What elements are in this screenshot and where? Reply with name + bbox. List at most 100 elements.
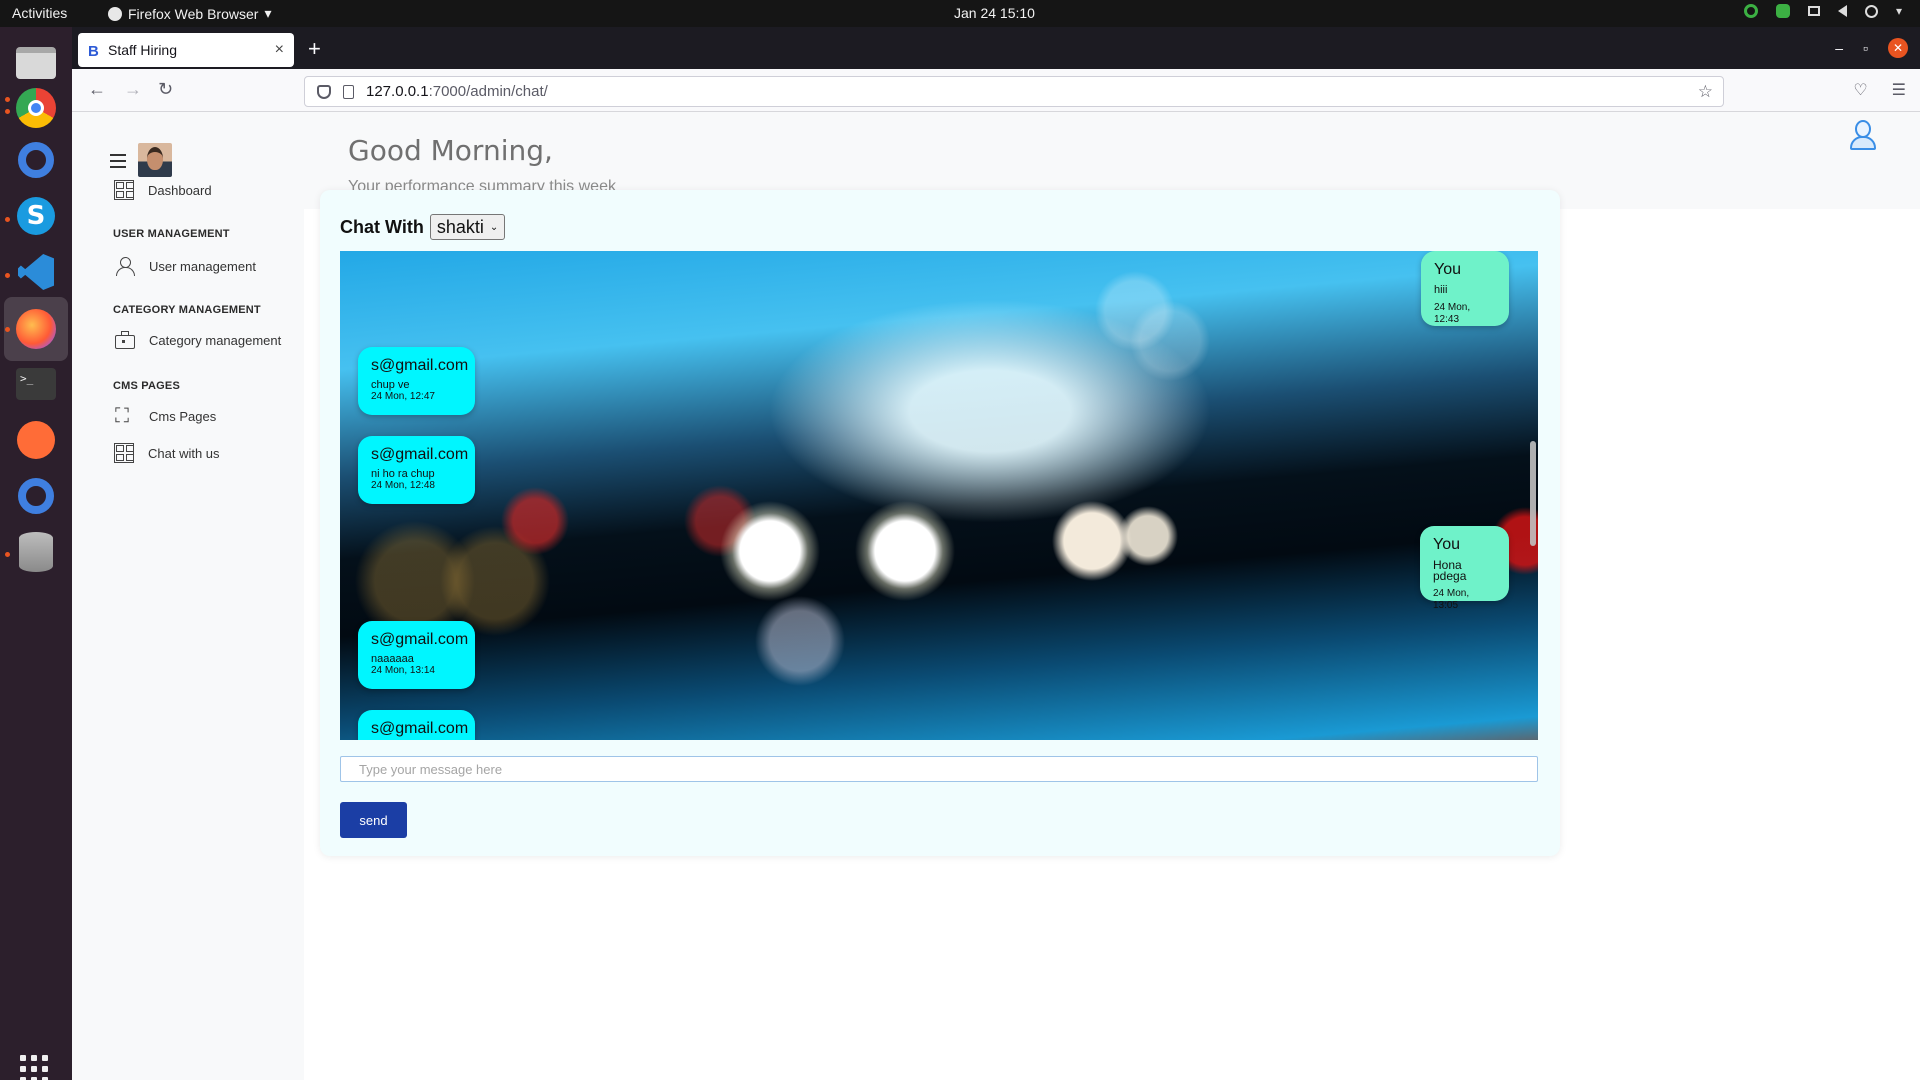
pocket-icon[interactable]: ♡	[1853, 80, 1867, 100]
sidebar-item-label: Chat with us	[148, 445, 220, 461]
menu-icon[interactable]: ☰	[1892, 80, 1906, 100]
minimize-icon[interactable]: –	[1835, 40, 1843, 56]
toolbar-right: ♡ ☰	[1853, 80, 1906, 100]
browser-tab[interactable]: B Staff Hiring ×	[78, 33, 294, 67]
sidebar-section-user-management: USER MANAGEMENT	[113, 228, 230, 240]
chat-message-incoming: s@gmail.com ni ho ra chup 24 Mon, 12:48	[358, 436, 475, 504]
sidebar-section-cms-pages: CMS PAGES	[113, 380, 180, 392]
chevron-down-icon[interactable]: ▾	[1896, 4, 1902, 18]
avatar[interactable]	[138, 143, 172, 177]
user-profile-icon[interactable]	[1850, 120, 1876, 152]
sidebar-item-dashboard[interactable]: Dashboard	[114, 180, 212, 200]
chat-user-select[interactable]: shakti ⌄	[429, 214, 506, 240]
chat-messages-window[interactable]: You hiii 24 Mon, 12:43 s@gmail.com chup …	[340, 251, 1538, 740]
chat-scrollbar[interactable]	[1530, 441, 1536, 546]
chevron-down-icon: ⌄	[489, 221, 499, 233]
message-sender: You	[1434, 261, 1461, 278]
message-sender: s@gmail.com	[371, 720, 469, 737]
hamburger-menu-icon[interactable]	[110, 154, 126, 172]
system-top-bar: Activities Firefox Web Browser ▾ Jan 24 …	[0, 0, 1920, 27]
recycle-icon[interactable]	[1743, 4, 1758, 18]
shield-check-icon[interactable]	[1775, 4, 1790, 18]
message-text: naaaaaa	[371, 653, 414, 665]
terminal-icon[interactable]: >_	[12, 360, 60, 408]
sidebar-item-user-management[interactable]: User management	[115, 256, 256, 276]
forward-icon[interactable]: →	[124, 79, 142, 100]
chat-message-incoming: s@gmail.com naaaaaa 24 Mon, 13:14	[358, 621, 475, 689]
tracking-protection-icon[interactable]	[317, 84, 331, 99]
chat-with-header: Chat With shakti ⌄	[340, 214, 506, 240]
maximize-icon[interactable]: ▫	[1863, 40, 1868, 56]
app-menu[interactable]: Firefox Web Browser ▾	[108, 5, 271, 22]
sidebar-item-category-management[interactable]: Category management	[115, 331, 281, 349]
volume-icon[interactable]	[1837, 5, 1847, 17]
message-time: 24 Mon, 12:47	[371, 391, 435, 402]
message-sender: s@gmail.com	[371, 357, 469, 374]
database-icon[interactable]	[12, 528, 60, 576]
system-tray[interactable]: ▾	[1743, 4, 1902, 18]
sidebar: Dashboard USER MANAGEMENT User managemen…	[85, 112, 304, 1080]
reload-icon[interactable]: ↻	[158, 79, 173, 100]
message-time: 24 Mon, 13:14	[371, 665, 435, 676]
back-icon[interactable]: ←	[88, 79, 106, 100]
firefox-icon	[108, 6, 122, 21]
postman-icon[interactable]	[12, 416, 60, 464]
message-time: 24 Mon, 13:05	[1433, 588, 1470, 611]
running-indicator	[5, 327, 10, 332]
message-sender: You	[1433, 536, 1460, 553]
chat-message-outgoing: You hiii 24 Mon, 12:43	[1421, 251, 1509, 326]
message-text: chup ve	[371, 379, 410, 391]
bookmark-star-icon[interactable]: ☆	[1698, 82, 1713, 102]
running-indicator	[5, 109, 10, 114]
user-icon	[115, 256, 135, 276]
sidebar-section-category-management: CATEGORY MANAGEMENT	[113, 304, 261, 316]
vscode-icon[interactable]	[12, 248, 60, 296]
page-title: Good Morning,	[348, 134, 553, 167]
running-indicator	[5, 552, 10, 557]
chevron-down-icon: ▾	[264, 5, 272, 21]
sidebar-item-label: Dashboard	[148, 182, 212, 198]
message-sender: s@gmail.com	[371, 631, 469, 648]
sidebar-item-chat[interactable]: Chat with us	[114, 443, 220, 463]
ubuntu-dock: S >_	[0, 27, 72, 1080]
message-time: 24 Mon, 12:48	[371, 480, 435, 491]
new-tab-button[interactable]: +	[308, 36, 321, 62]
clock[interactable]: Jan 24 15:10	[954, 5, 1035, 21]
firefox-dock-icon[interactable]	[4, 297, 68, 361]
sidebar-item-label: Category management	[149, 332, 282, 348]
skype-icon[interactable]: S	[12, 192, 60, 240]
message-text: ni ho ra chup	[371, 468, 435, 480]
chat-with-label: Chat With	[340, 216, 424, 237]
app-hexagon-icon[interactable]	[12, 136, 60, 184]
message-text: hiii	[1434, 284, 1448, 296]
sidebar-item-cms-pages[interactable]: Cms Pages	[115, 403, 216, 427]
running-indicator	[5, 217, 10, 222]
close-window-icon[interactable]: ✕	[1888, 38, 1908, 58]
activities-button[interactable]: Activities	[12, 5, 67, 21]
running-indicator	[5, 97, 10, 102]
app-menu-label: Firefox Web Browser	[128, 5, 259, 22]
page-info-icon[interactable]	[343, 84, 354, 99]
chat-card: Chat With shakti ⌄ You hiii 24 Mon, 12:4…	[320, 190, 1560, 856]
chrome-icon[interactable]	[12, 84, 60, 132]
power-icon[interactable]	[1864, 4, 1878, 18]
url-host: 127.0.0.1	[366, 83, 429, 100]
chat-message-incoming: s@gmail.com chup ve 24 Mon, 12:47	[358, 347, 475, 415]
message-text: Hona pdega	[1433, 558, 1467, 583]
message-input[interactable]	[340, 756, 1538, 782]
app-hexagon-icon[interactable]	[12, 472, 60, 520]
send-button[interactable]: send	[340, 802, 407, 838]
url-bar[interactable]: 127.0.0.1 :7000/admin/chat/ ☆	[304, 76, 1724, 107]
chat-message-incoming: s@gmail.com	[358, 710, 475, 740]
running-indicator	[5, 273, 10, 278]
favicon: B	[88, 43, 99, 60]
show-apps-grid-icon[interactable]	[20, 1055, 48, 1080]
network-icon[interactable]	[1807, 6, 1820, 16]
message-time: 24 Mon, 12:43	[1434, 302, 1471, 325]
files-icon[interactable]	[12, 39, 60, 87]
chat-grid-icon	[114, 443, 134, 463]
window-controls: – ▫ ✕	[1835, 38, 1908, 58]
message-sender: s@gmail.com	[371, 446, 469, 463]
close-tab-icon[interactable]: ×	[275, 41, 284, 59]
scan-icon	[115, 403, 135, 427]
